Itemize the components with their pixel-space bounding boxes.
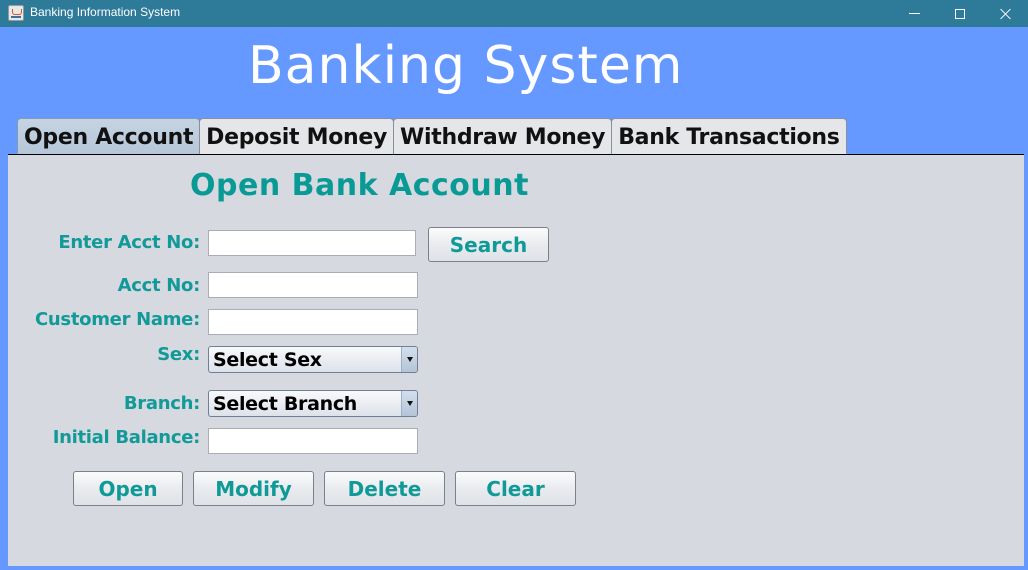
- tab-open-account[interactable]: Open Account: [17, 118, 201, 155]
- tab-withdraw-money[interactable]: Withdraw Money: [393, 118, 613, 155]
- modify-button[interactable]: Modify: [193, 471, 314, 506]
- enter-acct-no-label: Enter Acct No:: [58, 232, 200, 253]
- sex-label: Sex:: [157, 344, 200, 365]
- window-titlebar: Banking Information System: [0, 0, 1028, 27]
- app-heading: Banking System: [248, 36, 684, 96]
- clear-button[interactable]: Clear: [455, 471, 576, 506]
- chevron-down-icon[interactable]: [401, 347, 417, 372]
- branch-select[interactable]: Select Branch: [208, 390, 418, 417]
- close-button[interactable]: [983, 0, 1028, 27]
- tab-deposit-money[interactable]: Deposit Money: [199, 118, 395, 155]
- tab-bank-transactions[interactable]: Bank Transactions: [611, 118, 847, 155]
- initial-balance-label: Initial Balance:: [52, 427, 201, 448]
- close-icon: [1000, 8, 1012, 20]
- customer-name-label: Customer Name:: [35, 309, 200, 330]
- tab-bar: Open Account Deposit Money Withdraw Mone…: [17, 118, 847, 155]
- maximize-icon: [955, 8, 965, 19]
- maximize-button[interactable]: [937, 0, 983, 27]
- enter-acct-no-input[interactable]: [208, 230, 416, 256]
- minimize-icon: [908, 13, 920, 14]
- branch-select-value: Select Branch: [213, 392, 358, 415]
- customer-name-input[interactable]: [208, 309, 418, 335]
- chevron-down-icon[interactable]: [401, 391, 417, 416]
- window-title: Banking Information System: [30, 5, 181, 19]
- open-account-panel: Open Bank Account Enter Acct No: Search …: [8, 156, 1024, 566]
- initial-balance-input[interactable]: [208, 428, 418, 454]
- minimize-button[interactable]: [891, 0, 937, 27]
- java-app-icon: [8, 5, 24, 21]
- branch-label: Branch:: [123, 393, 200, 414]
- panel-title: Open Bank Account: [190, 168, 529, 203]
- acct-no-label: Acct No:: [117, 275, 201, 296]
- search-button[interactable]: Search: [428, 227, 549, 262]
- acct-no-input[interactable]: [208, 272, 418, 298]
- sex-select-value: Select Sex: [213, 348, 322, 371]
- open-button[interactable]: Open: [73, 471, 183, 506]
- sex-select[interactable]: Select Sex: [208, 346, 418, 373]
- delete-button[interactable]: Delete: [324, 471, 445, 506]
